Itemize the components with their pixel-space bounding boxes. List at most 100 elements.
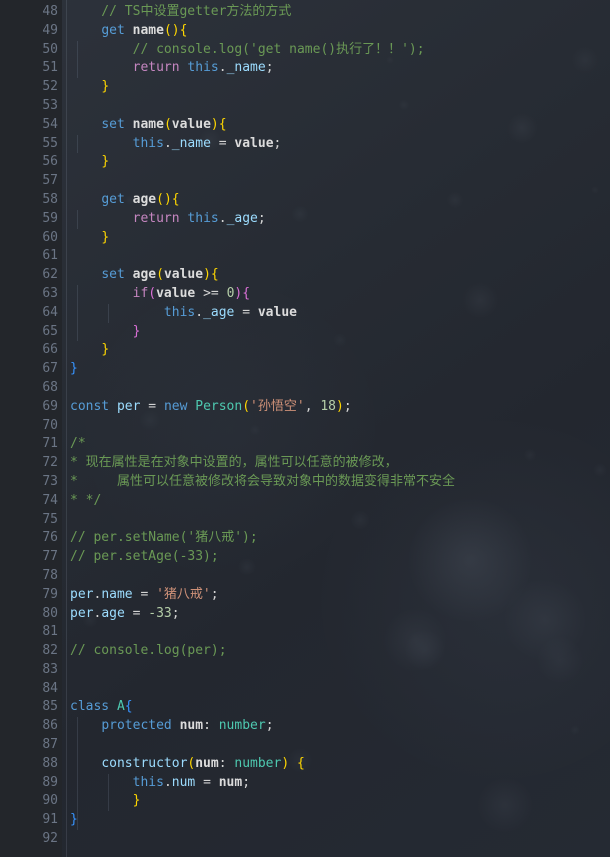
code-line[interactable]: get age(){ — [70, 191, 610, 210]
code-line[interactable]: /* — [70, 435, 610, 454]
code-line[interactable]: set age(value){ — [70, 266, 610, 285]
code-token: num — [179, 718, 204, 734]
code-line[interactable]: * 属性可以任意被修改将会导致对象中的数据变得非常不安全 — [70, 473, 610, 492]
code-line[interactable]: this._name = value; — [70, 134, 610, 154]
code-token: . — [218, 210, 227, 226]
code-line[interactable]: * 现在属性是在对象中设置的，属性可以任意的被修改， — [70, 454, 610, 473]
code-line[interactable]: ​ — [70, 623, 610, 642]
code-line[interactable]: return this._name; — [70, 59, 610, 79]
code-line[interactable]: ​ — [70, 247, 610, 266]
line-number: 90 — [42, 793, 58, 809]
code-line[interactable]: per.name = '猪八戒'; — [70, 586, 610, 605]
code-token: } — [101, 342, 110, 358]
code-token: get — [101, 22, 125, 38]
code-token: ( — [163, 116, 172, 132]
code-line[interactable]: ​ — [70, 379, 610, 398]
code-token: '猪八戒' — [156, 586, 211, 602]
line-number: 63 — [42, 285, 58, 301]
gutter-divider — [66, 0, 67, 857]
code-line[interactable]: // per.setAge(-33); — [70, 548, 610, 567]
line-number: 84 — [42, 680, 58, 696]
code-token: ; — [273, 135, 282, 151]
code-token: ( — [242, 398, 251, 414]
line-number: 88 — [42, 755, 58, 771]
code-token: ; — [257, 210, 266, 226]
code-line[interactable]: } — [70, 229, 610, 248]
code-token: new — [163, 398, 188, 414]
code-token: _name — [226, 60, 266, 76]
code-line[interactable]: this.num = num; — [70, 773, 610, 793]
code-line[interactable]: ​ — [70, 511, 610, 530]
code-line[interactable]: ​ — [70, 680, 610, 699]
code-line[interactable]: } — [70, 792, 610, 812]
code-line[interactable]: class A{ — [70, 698, 610, 717]
code-line[interactable]: return this._age; — [70, 209, 610, 229]
code-token: value — [257, 304, 297, 320]
code-token: ) — [163, 191, 172, 207]
code-token: } — [101, 154, 110, 170]
code-line[interactable]: } — [70, 341, 610, 360]
code-token: ( — [148, 285, 157, 301]
code-line[interactable]: * */ — [70, 492, 610, 511]
code-line[interactable]: ​ — [70, 172, 610, 191]
code-content-area[interactable]: // TS中设置getter方法的方式 get name(){ // conso… — [70, 3, 610, 849]
code-line[interactable]: ​ — [70, 97, 610, 116]
code-line[interactable]: } — [70, 78, 610, 97]
code-token: per — [70, 586, 94, 602]
code-line[interactable]: get name(){ — [70, 22, 610, 41]
code-line[interactable]: const per = new Person('孙悟空', 18); — [70, 398, 610, 417]
code-line[interactable]: } — [70, 153, 610, 172]
code-line[interactable]: if(value >= 0){ — [70, 284, 610, 304]
code-token: { — [297, 755, 305, 771]
code-line[interactable]: ​ — [70, 830, 610, 849]
line-number: 74 — [42, 492, 58, 508]
code-line[interactable]: per.age = -33; — [70, 605, 610, 624]
code-token: { — [218, 116, 227, 132]
code-line[interactable]: set name(value){ — [70, 116, 610, 135]
code-token: this — [132, 135, 164, 151]
code-line[interactable]: ​ — [70, 736, 610, 755]
code-token: * 属性可以任意被修改将会导致对象中的数据变得非常不安全 — [70, 473, 455, 489]
code-line[interactable]: ​ — [70, 567, 610, 586]
line-number: 67 — [42, 361, 58, 377]
line-number: 50 — [42, 41, 58, 57]
code-token: { — [171, 191, 180, 207]
code-line[interactable]: constructor(num: number) { — [70, 754, 610, 774]
code-token: this — [163, 304, 196, 320]
code-token: constructor — [101, 755, 188, 771]
code-editor[interactable]: 48 49 50 51 52 53 54 55 56 57 58 59 60 61 62 63 64 65 66 67… — [0, 0, 610, 857]
code-line[interactable]: // console.log('get name()执行了！！'); — [70, 40, 610, 60]
code-token: = — [124, 605, 149, 621]
indent-guide — [77, 209, 78, 229]
code-line[interactable]: ​ — [70, 661, 610, 680]
line-number: 62 — [42, 267, 58, 283]
code-line[interactable]: } — [70, 811, 610, 831]
line-number: 54 — [42, 116, 58, 132]
code-line[interactable]: } — [70, 322, 610, 342]
line-number-column[interactable]: 48 49 50 51 52 53 54 55 56 57 58 59 60 61 62 63 64 65 66 67… — [0, 3, 58, 849]
code-token: } — [101, 79, 110, 95]
line-number: 57 — [42, 173, 58, 189]
indent-guide — [77, 322, 78, 342]
code-line[interactable]: // TS中设置getter方法的方式 — [70, 3, 610, 22]
indent-guide — [77, 303, 78, 323]
indent-guide — [108, 303, 109, 323]
code-token: age — [132, 267, 157, 283]
line-number: 87 — [42, 737, 58, 753]
code-token: /* — [70, 436, 86, 452]
code-line[interactable]: // console.log(per); — [70, 642, 610, 661]
code-line[interactable]: this._age = value — [70, 303, 610, 323]
code-line[interactable]: // per.setName('猪八戒'); — [70, 529, 610, 548]
code-line[interactable]: } — [70, 360, 610, 379]
line-number: 86 — [42, 718, 58, 734]
code-line[interactable]: ​ — [70, 417, 610, 436]
code-token: value — [171, 116, 211, 132]
code-line[interactable]: protected num: number; — [70, 717, 610, 737]
